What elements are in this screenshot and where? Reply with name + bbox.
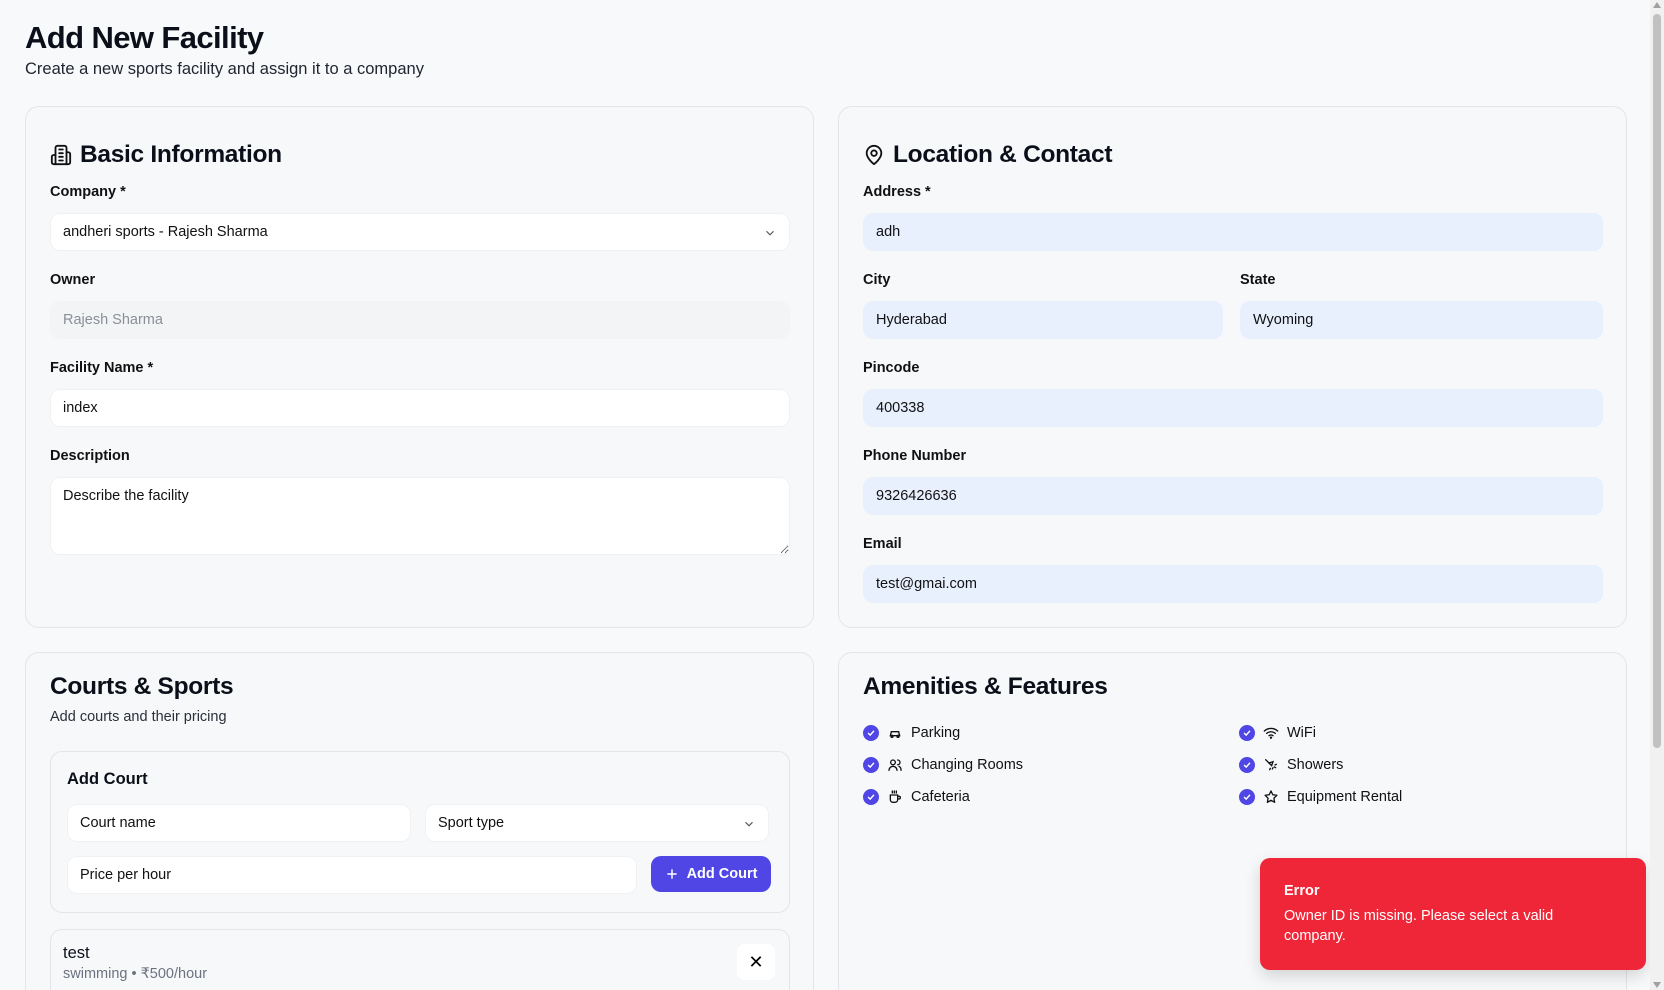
address-input[interactable]: adh [863,213,1603,251]
amenity-label: Equipment Rental [1287,789,1403,805]
state-input[interactable]: Wyoming [1240,301,1603,339]
check-icon [863,725,879,741]
city-label: City [863,272,891,288]
chevron-down-icon [766,230,774,236]
company-select-value: andheri sports - Rajesh Sharma [63,224,268,240]
basic-information-card: Basic Information Company * andheri spor… [25,106,814,628]
court-name-input[interactable]: Court name [67,804,411,842]
users-icon [887,757,903,773]
email-label: Email [863,536,902,552]
city-value: Hyderabad [876,312,947,328]
page: Add New Facility Create a new sports fac… [0,0,1650,990]
add-court-title: Add Court [67,770,148,788]
add-court-button[interactable]: Add Court [651,856,771,892]
check-icon [863,757,879,773]
price-per-hour-placeholder: Price per hour [80,867,172,883]
check-icon [1239,725,1255,741]
court-item-detail: swimming • ₹500/hour [63,966,208,982]
description-label: Description [50,448,130,464]
page-title: Add New Facility [25,20,264,55]
toast-title: Error [1284,883,1320,899]
courts-sports-subtitle: Add courts and their pricing [50,709,227,725]
state-label: State [1240,272,1276,288]
pincode-label: Pincode [863,360,920,376]
amenity-parking[interactable]: Parking [863,725,960,741]
car-icon [887,725,903,741]
address-value: adh [876,224,901,240]
check-icon [1239,757,1255,773]
email-input[interactable]: test@gmai.com [863,565,1603,603]
amenities-title: Amenities & Features [863,673,1108,700]
courts-sports-title: Courts & Sports [50,673,234,700]
amenity-cafeteria[interactable]: Cafeteria [863,789,970,805]
check-icon [1239,789,1255,805]
basic-information-title-text: Basic Information [80,141,282,168]
owner-value: Rajesh Sharma [63,312,163,328]
remove-court-button[interactable]: ✕ [737,944,775,980]
city-input[interactable]: Hyderabad [863,301,1223,339]
star-icon [1263,789,1279,805]
close-icon: ✕ [748,951,764,973]
amenity-changing-rooms[interactable]: Changing Rooms [863,757,1023,773]
email-value: test@gmai.com [876,576,977,592]
vertical-scrollbar[interactable] [1650,0,1664,990]
coffee-icon [887,789,903,805]
plus-icon [666,869,677,879]
state-value: Wyoming [1253,312,1314,328]
description-textarea[interactable]: Describe the facility [50,477,790,555]
company-select[interactable]: andheri sports - Rajesh Sharma [50,213,790,251]
amenity-equipment-rental[interactable]: Equipment Rental [1239,789,1402,805]
sport-type-placeholder: Sport type [438,815,505,831]
building-icon [50,144,72,166]
sport-type-select[interactable]: Sport type [425,804,769,842]
toast-message: Owner ID is missing. Please select a val… [1284,908,1554,944]
location-contact-card: Location & Contact Address * adh City Hy… [838,106,1627,628]
price-per-hour-input[interactable]: Price per hour [67,856,637,894]
owner-field: Rajesh Sharma [50,301,790,339]
court-name-placeholder: Court name [80,815,156,831]
add-court-button-label: Add Court [686,866,758,882]
amenity-label: Showers [1287,757,1344,773]
location-contact-title: Location & Contact [863,141,1112,169]
pincode-value: 400338 [876,400,925,416]
amenity-label: WiFi [1287,725,1316,741]
scroll-down-arrow[interactable] [1653,982,1661,988]
shower-icon [1263,757,1279,773]
court-list-item: test swimming • ₹500/hour ✕ [50,929,790,990]
check-icon [863,789,879,805]
owner-label: Owner [50,272,96,288]
phone-value: 9326426636 [876,488,957,504]
map-pin-icon [863,144,885,166]
error-toast[interactable]: Error Owner ID is missing. Please select… [1260,858,1646,970]
amenity-wifi[interactable]: WiFi [1239,725,1316,741]
amenity-label: Parking [911,725,961,741]
amenity-showers[interactable]: Showers [1239,757,1343,773]
address-label: Address * [863,184,931,200]
facility-name-label: Facility Name * [50,360,154,376]
scroll-thumb[interactable] [1653,14,1661,748]
facility-name-value: index [63,400,98,416]
amenity-label: Changing Rooms [911,757,1024,773]
location-contact-title-text: Location & Contact [893,141,1113,168]
phone-input[interactable]: 9326426636 [863,477,1603,515]
phone-label: Phone Number [863,448,967,464]
pincode-input[interactable]: 400338 [863,389,1603,427]
page-subtitle: Create a new sports facility and assign … [25,60,424,78]
court-item-name: test [63,944,90,962]
wifi-icon [1263,725,1279,741]
amenity-label: Cafeteria [911,789,970,805]
basic-information-title: Basic Information [50,141,282,169]
courts-sports-card: Courts & Sports Add courts and their pri… [25,652,814,990]
add-court-panel: Add Court Court name Sport type Price pe… [50,751,790,913]
scroll-up-arrow[interactable] [1653,2,1661,8]
facility-name-input[interactable]: index [50,389,790,427]
company-label: Company * [50,184,126,200]
chevron-down-icon [745,821,753,827]
